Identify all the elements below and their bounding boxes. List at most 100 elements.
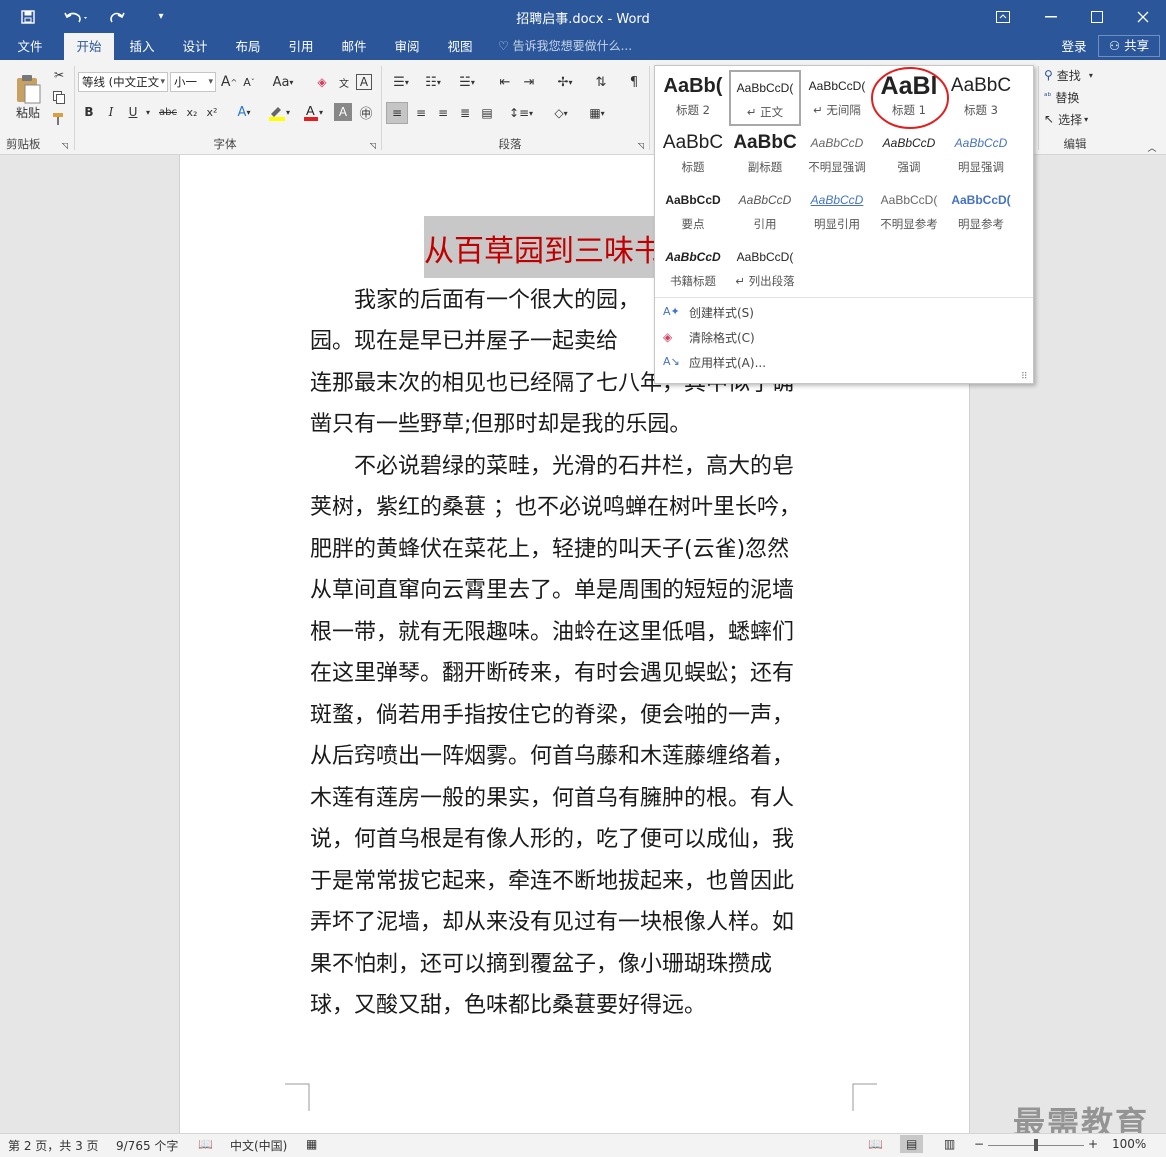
doc-line[interactable]: 不必说碧绿的菜畦，光滑的石井栏，高大的皂 <box>310 446 840 487</box>
style-subtle-emphasis[interactable]: AaBbCcD 不明显强调 <box>801 127 873 183</box>
replace-button[interactable]: ᵃᵇ 替换 <box>1044 88 1110 106</box>
strikethrough-button[interactable]: abc <box>156 102 180 122</box>
maximize-icon[interactable] <box>1079 0 1115 33</box>
close-icon[interactable] <box>1125 0 1161 33</box>
doc-line[interactable]: 荚树，紫红的桑葚 ；也不必说鸣蝉在树叶里长吟， <box>310 487 840 528</box>
tab-file[interactable]: 文件 <box>6 33 54 60</box>
create-style-item[interactable]: A✦ 创建样式(S) <box>663 304 754 321</box>
tab-references[interactable]: 引用 <box>277 33 325 60</box>
doc-line[interactable]: 果不怕刺，还可以摘到覆盆子，像小珊瑚珠攒成 <box>310 944 840 985</box>
char-border-icon[interactable]: A <box>356 74 372 90</box>
tab-view[interactable]: 视图 <box>436 33 484 60</box>
login-link[interactable]: 登录 <box>1054 33 1094 60</box>
enclose-char-icon[interactable]: ㊥ <box>356 102 376 122</box>
macro-icon[interactable]: ▦ <box>306 1137 317 1151</box>
style-normal[interactable]: AaBbCcD(↵ 正文 <box>729 70 801 126</box>
minimize-icon[interactable] <box>1033 0 1069 33</box>
text-effects-icon[interactable]: A ▾ <box>232 102 256 122</box>
style-intense-quote[interactable]: AaBbCcD 明显引用 <box>801 184 873 240</box>
bold-button[interactable]: B <box>80 102 98 122</box>
copy-icon[interactable] <box>50 88 68 106</box>
find-button[interactable]: ⚲ 查找 ▾ <box>1044 66 1110 84</box>
tab-mailings[interactable]: 邮件 <box>330 33 378 60</box>
bullets-icon[interactable]: ☰ ▾ <box>386 72 416 92</box>
print-layout-icon[interactable]: ▤ <box>900 1135 924 1153</box>
doc-line[interactable]: 球，又酸又甜，色味都比桑葚要好得远。 <box>310 985 840 1026</box>
grow-font-button[interactable]: A ^ <box>220 72 238 92</box>
font-color-icon[interactable]: A ▾ <box>298 102 328 122</box>
language[interactable]: 中文(中国) <box>230 1137 287 1154</box>
char-shading-icon[interactable]: A <box>334 103 352 121</box>
chevron-down-icon[interactable]: ▾ <box>142 102 154 122</box>
tab-insert[interactable]: 插入 <box>118 33 166 60</box>
style-heading2[interactable]: AaBb(标题 2 <box>657 70 729 126</box>
multilevel-list-icon[interactable]: ☱ ▾ <box>452 72 482 92</box>
tell-me-box[interactable]: ♡ 告诉我您想要做什么... <box>498 33 648 60</box>
borders-icon[interactable]: ▦ ▾ <box>582 102 612 124</box>
apply-style-item[interactable]: A↘ 应用样式(A)... <box>663 354 766 371</box>
style-heading3[interactable]: AaBbC 标题 3 <box>945 70 1017 126</box>
italic-button[interactable]: I <box>102 102 120 122</box>
doc-line[interactable]: 弄坏了泥墙，却从来没有见过有一块根像人样。如 <box>310 902 840 943</box>
style-quote[interactable]: AaBbCcD 引用 <box>729 184 801 240</box>
doc-line[interactable]: 凿只有一些野草;但那时却是我的乐园。 <box>310 404 840 445</box>
web-layout-icon[interactable]: ▥ <box>944 1137 955 1151</box>
superscript-icon[interactable]: x² <box>204 102 220 122</box>
show-marks-icon[interactable]: ¶ <box>624 72 644 92</box>
increase-indent-icon[interactable]: ⇥ <box>518 72 540 92</box>
style-list-paragraph[interactable]: AaBbCcD(↵ 列出段落 <box>729 241 801 297</box>
zoom-in-icon[interactable]: + <box>1088 1137 1098 1151</box>
doc-line[interactable]: 从后窍喷出一阵烟雾。何首乌藤和木莲藤缠络着， <box>310 736 840 777</box>
zoom-level[interactable]: 100% <box>1112 1137 1146 1151</box>
tab-home[interactable]: 开始 <box>64 33 114 61</box>
numbering-icon[interactable]: ☷ ▾ <box>418 72 448 92</box>
select-button[interactable]: ↖ 选择 ▾ <box>1044 110 1110 128</box>
tab-design[interactable]: 设计 <box>171 33 219 60</box>
doc-line[interactable]: 斑蝥，倘若用手指按住它的脊梁，便会啪的一声， <box>310 695 840 736</box>
doc-line[interactable]: 说，何首乌根是有像人形的，吃了便可以成仙，我 <box>310 819 840 860</box>
distributed-icon[interactable]: ▤ <box>476 102 498 124</box>
format-painter-icon[interactable] <box>50 110 68 128</box>
tab-review[interactable]: 审阅 <box>383 33 431 60</box>
clipboard-launcher-icon[interactable]: ◹ <box>60 140 70 150</box>
ribbon-display-icon[interactable] <box>988 0 1018 33</box>
justify-icon[interactable]: ≣ <box>454 102 476 124</box>
font-size-combo[interactable]: 小一 ▾ <box>170 72 216 92</box>
zoom-out-icon[interactable]: − <box>974 1137 984 1151</box>
doc-line[interactable]: 从草间直窜向云霄里去了。单是周围的短短的泥墙 <box>310 570 840 611</box>
highlight-color-icon[interactable]: ▾ <box>264 102 294 122</box>
chinese-layout-icon[interactable]: ✢ ▾ <box>550 72 580 92</box>
document-title[interactable]: 从百草园到三味书屋 <box>424 226 655 270</box>
paragraph-launcher-icon[interactable]: ◹ <box>636 140 646 150</box>
align-left-icon[interactable]: ≡ <box>386 102 408 124</box>
clear-format-item[interactable]: ◈ 清除格式(C) <box>663 329 755 346</box>
proofing-icon[interactable]: 📖 <box>198 1137 213 1151</box>
tab-layout[interactable]: 布局 <box>224 33 272 60</box>
doc-line[interactable]: 木莲有莲房一般的果实，何首乌有臃肿的根。有人 <box>310 778 840 819</box>
style-title[interactable]: AaBbC 标题 <box>657 127 729 183</box>
cut-icon[interactable]: ✂ <box>50 66 68 84</box>
clear-formatting-icon[interactable]: ◈ <box>312 72 332 92</box>
align-right-icon[interactable]: ≡ <box>432 102 454 124</box>
subscript-icon[interactable]: x₂ <box>184 102 200 122</box>
style-subtitle[interactable]: AaBbC 副标题 <box>729 127 801 183</box>
word-count[interactable]: 9/765 个字 <box>116 1137 178 1154</box>
collapse-ribbon-icon[interactable]: ︿ <box>1146 142 1158 154</box>
read-mode-icon[interactable]: 📖 <box>868 1137 883 1151</box>
doc-line[interactable]: 在这里弹琴。翻开断砖来，有时会遇见蜈蚣；还有 <box>310 653 840 694</box>
paste-button[interactable]: 粘贴 <box>8 66 48 128</box>
doc-line[interactable]: 肥胖的黄蜂伏在菜花上，轻捷的叫天子(云雀)忽然 <box>310 529 840 570</box>
page-count[interactable]: 第 2 页，共 3 页 <box>8 1137 99 1154</box>
style-emphasis[interactable]: AaBbCcD 强调 <box>873 127 945 183</box>
font-name-combo[interactable]: 等线 (中文正文 ▾ <box>78 72 168 92</box>
sort-icon[interactable]: ⇅ <box>590 72 612 92</box>
line-spacing-icon[interactable]: ↕≡ ▾ <box>506 102 536 124</box>
phonetic-guide-icon[interactable]: 文 <box>334 72 354 92</box>
doc-line[interactable]: 根一带，就有无限趣味。油蛉在这里低唱，蟋蟀们 <box>310 612 840 653</box>
style-no-spacing[interactable]: AaBbCcD(↵ 无间隔 <box>801 70 873 126</box>
share-button[interactable]: ⚇ 共享 <box>1098 35 1160 57</box>
shrink-font-button[interactable]: Aˇ <box>240 72 258 92</box>
style-subtle-reference[interactable]: AaBbCcD(不明显参考 <box>873 184 945 240</box>
underline-button[interactable]: U <box>124 102 142 122</box>
style-book-title[interactable]: AaBbCcD 书籍标题 <box>657 241 729 297</box>
